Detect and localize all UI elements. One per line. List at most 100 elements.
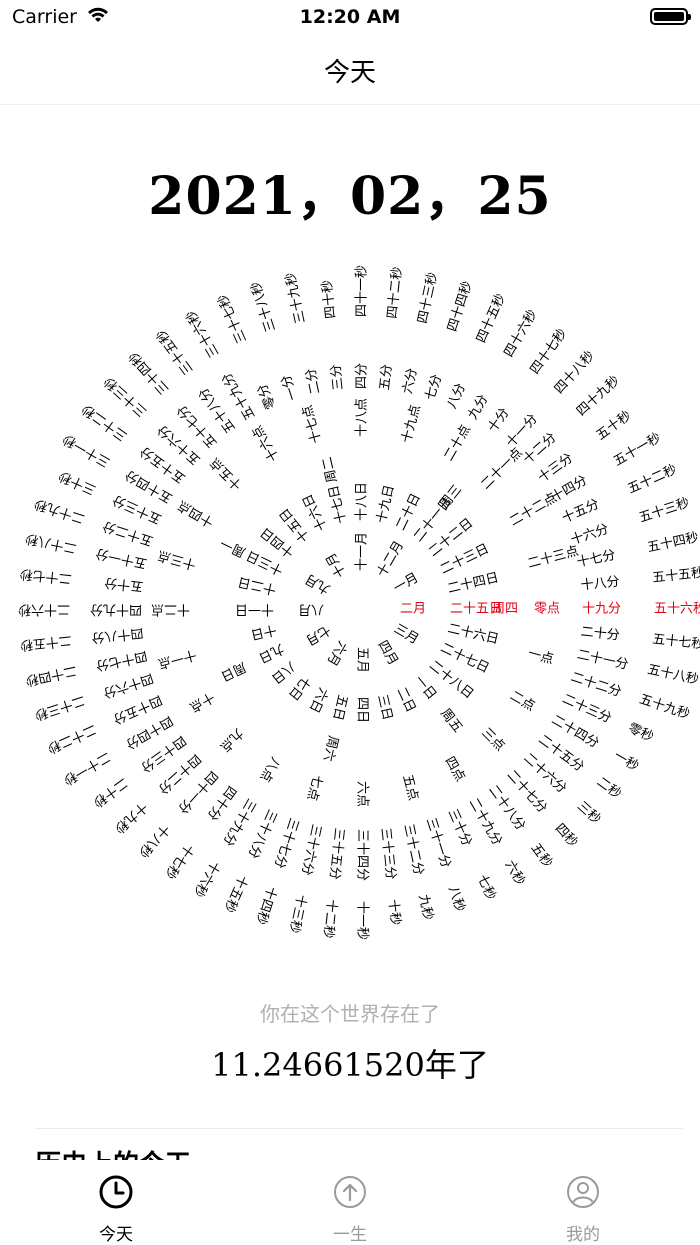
second-label: 一秒 — [611, 749, 641, 775]
second-label: 五十四秒 — [646, 530, 700, 555]
second-label: 四十八秒 — [552, 348, 598, 397]
hour-label: 四点 — [442, 754, 468, 784]
second-label: 二十九秒 — [33, 496, 87, 526]
tab-today[interactable]: 今天 — [56, 1160, 176, 1245]
minute-label: 五分 — [378, 364, 396, 391]
second-label: 四十三秒 — [415, 271, 440, 325]
day-label: 四日 — [355, 697, 370, 723]
hour-label: 二十三点 — [526, 544, 580, 572]
tab-lifetime-label: 一生 — [333, 1225, 367, 1245]
second-label: 四十一秒 — [355, 265, 370, 317]
second-label: 三十九秒 — [283, 271, 308, 325]
minute-label: 三十一分 — [423, 816, 453, 870]
second-label: 二十七秒 — [19, 566, 72, 586]
minute-label: 十五分 — [560, 497, 602, 527]
tab-lifetime[interactable]: 一生 — [290, 1160, 410, 1245]
second-label: 五十五秒 — [652, 566, 700, 586]
second-label: 二秒 — [594, 775, 624, 802]
arrow-up-circle-icon — [332, 1174, 368, 1214]
second-label: 五十秒 — [594, 408, 634, 443]
second-label: 六秒 — [502, 858, 528, 888]
minute-label: 六分 — [400, 367, 420, 396]
hour-label: 十六点 — [250, 423, 282, 464]
hour-label: 十八点 — [355, 398, 370, 437]
day-label: 十二日 — [237, 573, 278, 596]
hour-label: 七点 — [304, 773, 325, 802]
minute-label: 三十分 — [445, 807, 475, 849]
weekday-label: 周一 — [218, 535, 248, 560]
second-label: 二十秒 — [90, 775, 130, 810]
month-label: 十一月 — [355, 532, 370, 571]
minute-label: 四十八分 — [91, 625, 144, 645]
second-label: 三十二秒 — [79, 401, 130, 444]
day-label: 十八日 — [355, 482, 370, 521]
hour-label: 十点 — [187, 689, 217, 715]
minute-label: 十分 — [485, 406, 512, 436]
hour-label: 十七点 — [300, 403, 325, 445]
second-label: 十三秒 — [286, 893, 309, 934]
minute-label: 十六分 — [569, 522, 611, 548]
date-display: 2021，02，25 — [148, 166, 552, 227]
day-label: 三日 — [374, 693, 394, 722]
minute-label: 二十分 — [580, 625, 620, 644]
second-label: 四十九秒 — [574, 373, 623, 419]
minute-label: 三十三分 — [378, 827, 398, 880]
second-label: 十二秒 — [320, 899, 339, 939]
day-label: 六日 — [306, 685, 331, 715]
weekday-label: 周二 — [320, 455, 340, 484]
status-time: 12:20 AM — [299, 6, 401, 28]
day-label: 八日 — [268, 658, 298, 686]
minute-label: 十七分 — [576, 548, 617, 571]
month-label: 三月 — [391, 622, 421, 648]
minute-label: 三十四分 — [355, 829, 370, 881]
tab-mine-label: 我的 — [566, 1225, 600, 1245]
second-label: 三十八秒 — [249, 280, 279, 334]
hour-label: 二十一点 — [478, 445, 525, 492]
second-label: 二十六秒 — [18, 602, 70, 617]
day-label: 二十六日 — [446, 621, 500, 647]
minute-label: 零分 — [255, 381, 279, 411]
second-label: 三十秒 — [57, 468, 99, 498]
minute-label: 一分 — [279, 373, 301, 402]
person-circle-icon — [565, 1174, 601, 1214]
second-label: 十五秒 — [221, 873, 251, 915]
day-label: 二日 — [393, 685, 418, 715]
hour-label: 十九点 — [399, 403, 424, 445]
month-label: 六月 — [323, 638, 349, 668]
day-label: 一日 — [411, 673, 439, 703]
day-label: 十日 — [249, 621, 278, 641]
second-label: 五十一秒 — [611, 430, 664, 469]
second-label: 七秒 — [474, 873, 498, 903]
weekday-label: 周日 — [218, 659, 248, 684]
second-label: 二十一秒 — [60, 749, 113, 788]
tab-mine[interactable]: 我的 — [523, 1160, 643, 1245]
second-label: 十九秒 — [111, 799, 150, 836]
hour-label: 五点 — [399, 773, 420, 802]
day-label: 十一日 — [235, 602, 274, 617]
minute-label: 十九分 — [582, 602, 621, 617]
second-label: 零秒 — [626, 721, 656, 745]
minute-label: 三十六分 — [298, 823, 323, 877]
hour-label: 六点 — [355, 781, 370, 807]
minute-label: 五十分 — [104, 574, 144, 593]
month-label: 二月 — [400, 602, 426, 617]
month-label: 七月 — [303, 622, 333, 648]
second-label: 四秒 — [552, 821, 581, 850]
second-label: 十一秒 — [355, 901, 370, 940]
minute-label: 二十一分 — [576, 647, 630, 672]
nav-divider — [0, 104, 700, 105]
second-label: 二十三秒 — [33, 692, 87, 722]
day-label: 十七日 — [326, 484, 349, 525]
second-label: 十四秒 — [253, 884, 279, 926]
hour-label: 一点 — [526, 646, 555, 667]
second-label: 五十七秒 — [652, 632, 700, 652]
hour-label: 十二点 — [151, 602, 190, 617]
minute-label: 四十六分 — [101, 670, 155, 700]
second-label: 五十三秒 — [637, 496, 691, 526]
second-label: 四十二秒 — [385, 266, 405, 319]
hour-label: 十三点 — [156, 547, 198, 572]
second-label: 五十八秒 — [646, 662, 700, 687]
hour-label: 二点 — [507, 689, 537, 715]
second-label: 四十四秒 — [445, 280, 475, 334]
minute-label: 五十一分 — [94, 545, 148, 570]
